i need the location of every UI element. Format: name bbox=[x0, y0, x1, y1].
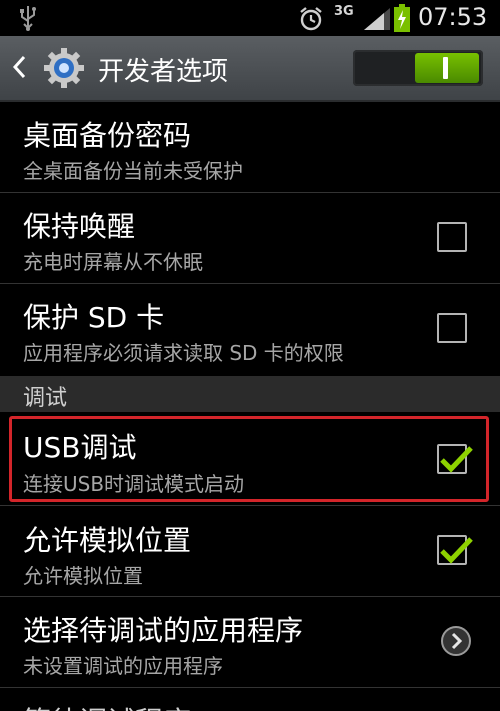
battery-charging-icon bbox=[394, 4, 410, 32]
page-title: 开发者选项 bbox=[98, 57, 229, 87]
section-header-debugging: 调试 bbox=[0, 376, 500, 412]
usb-icon bbox=[20, 6, 36, 31]
item-title: 允许模拟位置 bbox=[23, 524, 192, 557]
developer-options-toggle[interactable] bbox=[353, 50, 483, 86]
toggle-on-mark bbox=[443, 57, 448, 79]
protect-sd-card-checkbox[interactable] bbox=[437, 313, 467, 343]
status-bar: 3G 07:53 bbox=[0, 0, 500, 36]
section-label: 调试 bbox=[23, 386, 68, 411]
allow-mock-locations-checkbox[interactable] bbox=[437, 535, 473, 565]
gear-icon bbox=[44, 48, 84, 88]
network-type: 3G bbox=[334, 4, 354, 19]
toggle-knob bbox=[415, 53, 479, 83]
list-item-select-debug-app[interactable]: 选择待调试的应用程序 未设置调试的应用程序 bbox=[0, 597, 500, 687]
chevron-right-icon[interactable] bbox=[440, 625, 472, 657]
list-item-protect-sd-card[interactable]: 保护 SD 卡 应用程序必须请求读取 SD 卡的权限 bbox=[0, 284, 500, 376]
list-item-allow-mock-locations[interactable]: 允许模拟位置 允许模拟位置 bbox=[0, 506, 500, 596]
highlight-frame bbox=[9, 416, 489, 502]
checkmark-icon bbox=[440, 537, 473, 564]
item-summary: 未设置调试的应用程序 bbox=[23, 654, 223, 678]
item-title: 等待调试程序 bbox=[23, 700, 191, 711]
item-summary: 全桌面备份当前未受保护 bbox=[23, 159, 243, 183]
item-title: 桌面备份密码 bbox=[23, 119, 192, 152]
list-item-stay-awake[interactable]: 保持唤醒 充电时屏幕从不休眠 bbox=[0, 193, 500, 283]
item-title: 选择待调试的应用程序 bbox=[23, 614, 304, 647]
item-summary: 允许模拟位置 bbox=[23, 564, 143, 588]
item-title: 保护 SD 卡 bbox=[23, 301, 165, 334]
signal-icon bbox=[364, 8, 390, 30]
clock: 07:53 bbox=[418, 3, 488, 31]
stay-awake-checkbox[interactable] bbox=[437, 222, 467, 252]
item-title: 保持唤醒 bbox=[23, 210, 136, 243]
item-summary: 充电时屏幕从不休眠 bbox=[23, 250, 203, 274]
action-bar: 开发者选项 bbox=[0, 36, 500, 102]
list-item-wait-for-debugger[interactable]: 等待调试程序 bbox=[0, 688, 500, 711]
alarm-icon bbox=[300, 7, 322, 31]
back-arrow-icon[interactable] bbox=[12, 54, 26, 80]
item-summary: 应用程序必须请求读取 SD 卡的权限 bbox=[23, 341, 344, 365]
list-item-desktop-backup-password[interactable]: 桌面备份密码 全桌面备份当前未受保护 bbox=[0, 102, 500, 192]
